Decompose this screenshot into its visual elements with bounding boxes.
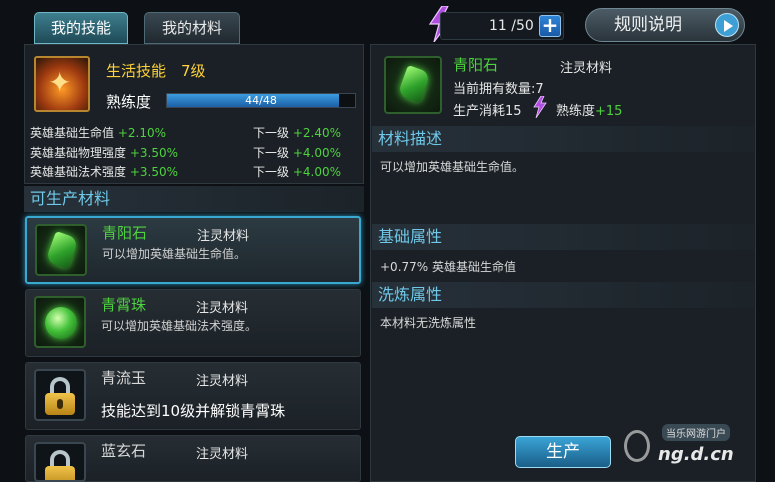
cost-value: 15 — [505, 104, 522, 119]
refine-attr-text: 本材料无洗炼属性 — [380, 316, 477, 330]
rules-button[interactable]: 规则说明 — [585, 8, 745, 42]
site-logo-icon — [624, 430, 650, 462]
item-kind: 注灵材料 — [196, 301, 249, 316]
cost-label: 生产消耗 — [453, 104, 506, 119]
next-value: +4.00% — [292, 165, 342, 179]
skill-title: 生活技能 — [106, 62, 167, 80]
stat-value: +2.10% — [117, 126, 167, 140]
refine-attr-header: 洗炼属性 — [372, 282, 754, 308]
green-orb-icon — [34, 296, 86, 348]
next-value: +2.40% — [292, 126, 342, 140]
next-label: 下一级 — [253, 165, 290, 179]
producible-header: 可生产材料 — [24, 186, 364, 212]
owned-value: 7 — [535, 82, 544, 97]
stat-name: 英雄基础法术强度 — [30, 165, 127, 179]
proficiency-label: 熟练度 — [106, 93, 152, 111]
stat-next: 下一级 +2.40% — [253, 124, 341, 141]
watermark-brand: ng.d.cn — [658, 444, 734, 465]
production-cost: 生产消耗15 — [453, 100, 522, 119]
energy-counter: 11 /50 + — [440, 12, 564, 40]
lock-icon — [34, 442, 86, 482]
desc-text: 可以增加英雄基础生命值。 — [380, 160, 525, 174]
item-desc: 可以增加英雄基础生命值。 — [102, 247, 247, 261]
item-kind: 注灵材料 — [196, 374, 249, 389]
stat-next: 下一级 +4.00% — [253, 144, 341, 161]
stat-next: 下一级 +4.00% — [253, 163, 341, 180]
next-label: 下一级 — [253, 126, 290, 140]
stat-value: +3.50% — [129, 165, 179, 179]
skill-level: 7级 — [181, 62, 206, 80]
list-item-lanxuanshi[interactable]: 蓝玄石 注灵材料 — [25, 435, 361, 482]
green-crystal-icon — [384, 56, 442, 114]
detail-kind: 注灵材料 — [560, 61, 613, 76]
list-item-qingxiaozhu[interactable]: 青霄珠 注灵材料 可以增加英雄基础法术强度。 — [25, 289, 361, 357]
energy-count: 11 /50 — [489, 18, 534, 34]
skill-icon: ✦ — [34, 56, 90, 112]
item-kind: 注灵材料 — [196, 447, 249, 462]
item-name: 青流玉 — [101, 369, 147, 387]
tab-my-skills[interactable]: 我的技能 — [34, 12, 128, 44]
proficiency-bar: 44/48 — [166, 93, 356, 108]
item-desc: 可以增加英雄基础法术强度。 — [101, 319, 258, 333]
stat-row: 英雄基础物理强度 +3.50% — [30, 144, 178, 161]
item-name: 青霄珠 — [101, 296, 147, 314]
stat-row: 英雄基础生命值 +2.10% — [30, 124, 166, 141]
list-item-qingliuyu[interactable]: 青流玉 注灵材料 技能达到10级并解锁青霄珠 — [25, 362, 361, 430]
stat-name: 英雄基础生命值 — [30, 126, 115, 140]
item-name: 蓝玄石 — [101, 442, 147, 460]
produce-button[interactable]: 生产 — [515, 436, 611, 468]
rules-button-label: 规则说明 — [614, 15, 682, 35]
prof-value: +15 — [595, 104, 623, 119]
add-energy-button[interactable]: + — [539, 15, 561, 37]
next-value: +4.00% — [292, 146, 342, 160]
stat-name: 英雄基础物理强度 — [30, 146, 127, 160]
detail-name: 青阳石 — [453, 56, 499, 74]
prof-label: 熟练度 — [556, 104, 596, 119]
stat-row: 英雄基础法术强度 +3.50% — [30, 163, 178, 180]
green-crystal-icon — [35, 224, 87, 276]
desc-header: 材料描述 — [372, 126, 754, 152]
proficiency-gain: 熟练度+15 — [556, 100, 622, 119]
proficiency-text: 44/48 — [245, 94, 277, 107]
next-label: 下一级 — [253, 146, 290, 160]
watermark-top: 当乐网游门户 — [662, 424, 730, 441]
stat-value: +3.50% — [129, 146, 179, 160]
owned-count: 当前拥有数量:7 — [453, 78, 544, 97]
unlock-requirement: 技能达到10级并解锁青霄珠 — [101, 402, 286, 420]
list-item-qingyangshi[interactable]: 青阳石 注灵材料 可以增加英雄基础生命值。 — [25, 216, 361, 284]
owned-label: 当前拥有数量: — [453, 82, 536, 97]
item-name: 青阳石 — [102, 224, 148, 242]
tab-my-materials[interactable]: 我的材料 — [144, 12, 240, 44]
lock-icon — [34, 369, 86, 421]
base-attr-text: +0.77% 英雄基础生命值 — [380, 260, 516, 274]
item-kind: 注灵材料 — [197, 229, 250, 244]
lightning-icon — [532, 95, 548, 119]
base-attr-header: 基础属性 — [372, 224, 754, 250]
play-arrow-icon — [715, 13, 739, 37]
